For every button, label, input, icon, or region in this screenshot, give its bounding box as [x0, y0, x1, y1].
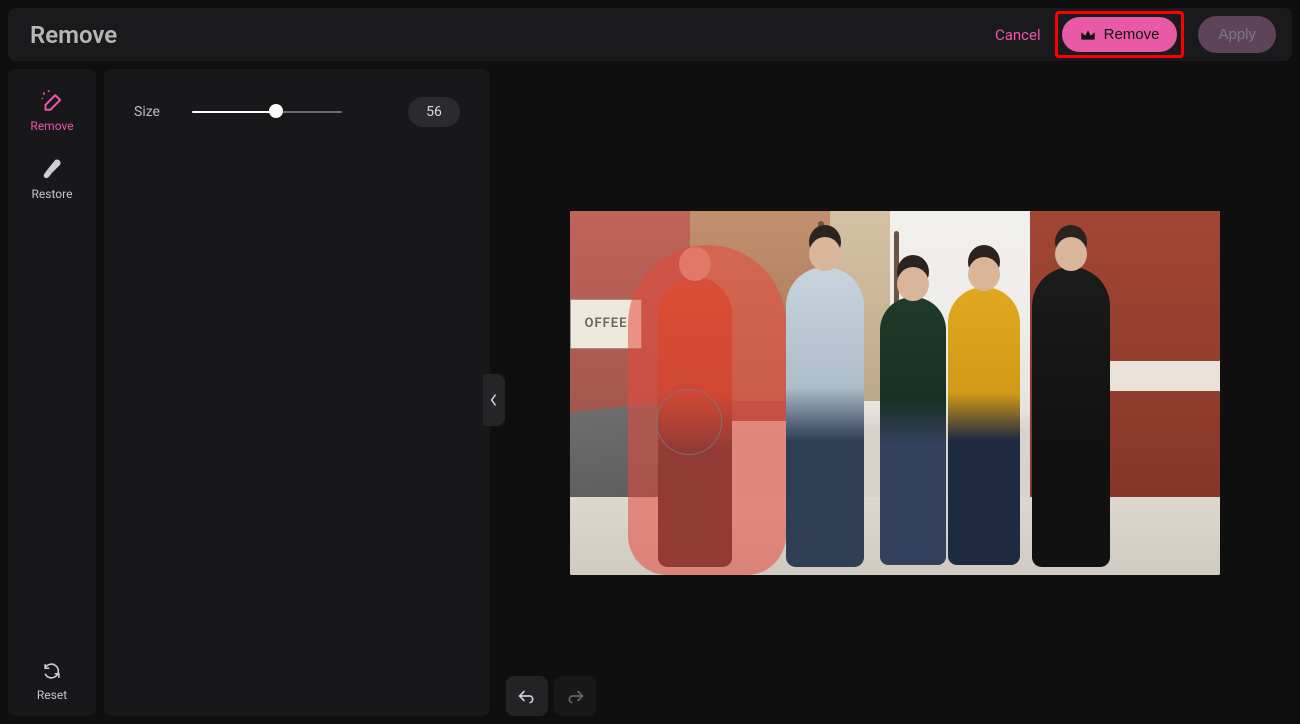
crown-icon — [1080, 29, 1096, 41]
reset-label: Reset — [37, 688, 67, 702]
page-title: Remove — [30, 21, 117, 49]
tool-restore-label: Restore — [32, 187, 73, 201]
brush-cursor — [656, 389, 722, 455]
body: Remove Restore Reset — [8, 69, 1292, 716]
canvas-area: OFFEE — [498, 69, 1292, 716]
redo-icon — [565, 687, 585, 705]
photo-head-3 — [897, 267, 929, 301]
tool-remove[interactable]: Remove — [30, 87, 73, 133]
app-root: Remove Cancel Remove Apply — [0, 0, 1300, 724]
header-actions: Cancel Remove Apply — [995, 11, 1276, 58]
reset-button[interactable]: Reset — [37, 660, 67, 702]
photo-person-5 — [1032, 267, 1110, 567]
photo-head-4 — [968, 257, 1000, 291]
size-label: Size — [134, 104, 168, 120]
settings-panel: Size 56 — [104, 69, 490, 716]
undo-icon — [517, 687, 537, 705]
apply-button[interactable]: Apply — [1198, 16, 1276, 53]
photo-person-4 — [948, 287, 1020, 565]
reset-icon — [41, 660, 63, 682]
tool-restore[interactable]: Restore — [32, 155, 73, 201]
canvas-holder: OFFEE — [498, 69, 1292, 716]
remove-button-highlight: Remove — [1055, 11, 1185, 58]
brush-icon — [39, 155, 65, 181]
tool-sidebar: Remove Restore Reset — [8, 69, 96, 716]
remove-button[interactable]: Remove — [1062, 17, 1178, 52]
size-row: Size 56 — [134, 97, 460, 127]
size-value: 56 — [408, 97, 460, 127]
photo-head-5 — [1055, 237, 1087, 271]
redo-button[interactable] — [554, 676, 596, 716]
tool-remove-label: Remove — [30, 119, 73, 133]
photo-head-2 — [809, 237, 841, 271]
size-slider[interactable] — [192, 110, 342, 114]
header-bar: Remove Cancel Remove Apply — [8, 8, 1292, 61]
remove-button-label: Remove — [1104, 26, 1160, 43]
eraser-icon — [39, 87, 65, 113]
cancel-button[interactable]: Cancel — [995, 26, 1041, 44]
photo-person-3 — [880, 297, 946, 565]
history-controls — [506, 676, 596, 716]
undo-button[interactable] — [506, 676, 548, 716]
slider-fill — [192, 111, 276, 113]
slider-thumb[interactable] — [269, 104, 283, 118]
photo-person-2 — [786, 267, 864, 567]
canvas-image[interactable]: OFFEE — [570, 211, 1220, 575]
